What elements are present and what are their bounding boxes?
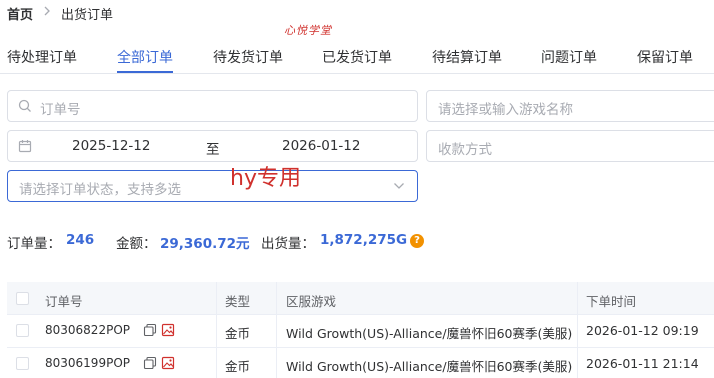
overlay-note-text: hy专用 [230, 166, 301, 191]
search-icon [18, 99, 32, 113]
order-count-label: 订单量： [7, 236, 61, 252]
chevron-down-icon[interactable] [393, 181, 405, 191]
date-range-picker[interactable]: 2025-12-12 至 2026-01-12 [7, 130, 418, 162]
payment-method-select[interactable]: 收款方式 [426, 130, 714, 162]
breadcrumb-chevron-icon [42, 3, 52, 19]
order-no-cell[interactable]: 80306199POP [45, 356, 130, 370]
type-cell: 金币 [225, 326, 251, 341]
tab-pending[interactable]: 待处理订单 [7, 47, 77, 67]
amount-label: 金额： [116, 236, 157, 252]
column-header-order-time: 下单时间 [586, 294, 637, 309]
amount-value: 29,360.72元 [160, 236, 250, 252]
order-time-cell: 2026-01-11 21:14 [586, 356, 699, 371]
tab-problem[interactable]: 问题订单 [541, 47, 597, 67]
copy-icon[interactable] [143, 323, 157, 337]
order-no-cell[interactable]: 80306822POP [45, 323, 130, 337]
game-placeholder: 请选择或输入游戏名称 [438, 102, 573, 118]
tab-to-settle[interactable]: 待结算订单 [432, 47, 502, 67]
tab-to-ship[interactable]: 待发货订单 [213, 47, 283, 67]
date-end-input[interactable]: 2026-01-12 [282, 138, 360, 154]
calendar-icon [18, 139, 32, 153]
tab-shipped[interactable]: 已发货订单 [322, 47, 392, 67]
game-select[interactable]: 请选择或输入游戏名称 [426, 90, 714, 122]
order-no-input[interactable]: 订单号 [7, 90, 418, 122]
shipped-label: 出货量： [261, 236, 315, 252]
select-all-checkbox[interactable] [16, 292, 29, 305]
copy-icon[interactable] [143, 356, 157, 370]
column-divider [276, 282, 277, 378]
date-start-input[interactable]: 2025-12-12 [72, 138, 150, 154]
server-game-cell: Wild Growth(US)-Alliance/魔兽怀旧60赛季(美服) [286, 326, 573, 341]
type-cell: 金币 [225, 359, 251, 374]
column-divider [216, 282, 217, 378]
server-game-cell: Wild Growth(US)-Alliance/魔兽怀旧60赛季(美服) [286, 359, 573, 374]
active-tab-indicator [117, 71, 173, 73]
tab-all[interactable]: 全部订单 [117, 47, 173, 67]
row-checkbox[interactable] [16, 324, 29, 337]
column-divider [577, 282, 578, 378]
order-status-select[interactable]: 请选择订单状态，支持多选 [7, 170, 418, 202]
order-time-cell: 2026-01-12 09:19 [586, 323, 699, 338]
date-range-separator: 至 [206, 142, 220, 158]
watermark-text: 心悦学堂 [284, 24, 332, 37]
image-icon[interactable] [161, 323, 175, 337]
breadcrumb-home[interactable]: 首页 [7, 4, 33, 23]
shipped-value: 1,872,275G [320, 232, 408, 248]
image-icon[interactable] [161, 356, 175, 370]
tab-reserved[interactable]: 保留订单 [637, 47, 693, 67]
order-count-value: 246 [66, 232, 95, 248]
payment-placeholder: 收款方式 [438, 142, 492, 158]
column-header-type: 类型 [225, 294, 251, 309]
column-header-server-game: 区服游戏 [286, 294, 337, 309]
help-icon[interactable]: ? [410, 234, 424, 248]
row-divider [7, 347, 714, 348]
order-no-placeholder: 订单号 [40, 102, 81, 118]
row-checkbox[interactable] [16, 357, 29, 370]
column-header-order-no: 订单号 [45, 294, 83, 309]
breadcrumb-current: 出货订单 [61, 8, 114, 23]
tabs-divider [0, 73, 714, 74]
order-status-placeholder: 请选择订单状态，支持多选 [19, 182, 181, 198]
